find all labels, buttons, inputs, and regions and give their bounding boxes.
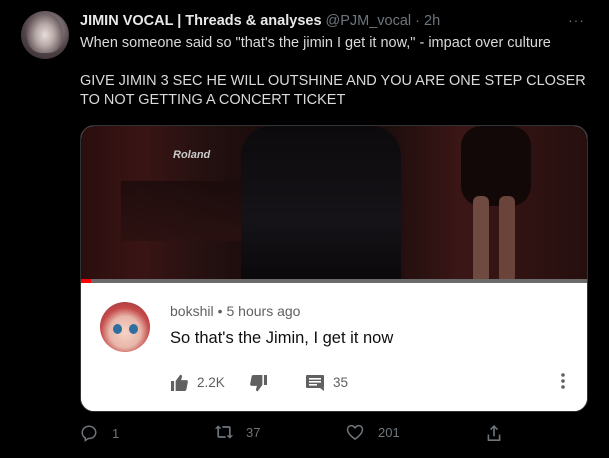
- tweet-text: When someone said so "that's the jimin I…: [80, 34, 590, 110]
- tweet-time[interactable]: 2h: [424, 13, 440, 29]
- comment-text: So that's the Jimin, I get it now: [170, 329, 394, 347]
- like-count: 201: [378, 424, 400, 440]
- user-avatar[interactable]: [21, 11, 69, 59]
- comment-time: 5 hours ago: [226, 303, 301, 319]
- comment-meta: bokshil • 5 hours ago: [170, 303, 300, 319]
- tweet-text-line2: GIVE JIMIN 3 SEC HE WILL OUTSHINE AND YO…: [80, 73, 586, 108]
- tweet-actions: 1 37 201: [80, 424, 600, 444]
- tweet-text-line1: When someone said so "that's the jimin I…: [80, 35, 551, 51]
- reply-button[interactable]: 1: [80, 424, 119, 442]
- dancer-leg: [473, 196, 489, 283]
- commenter-avatar: [100, 302, 150, 352]
- like-icon[interactable]: [346, 424, 364, 440]
- meta-separator: •: [217, 303, 223, 319]
- performer-figure: [241, 126, 401, 283]
- share-icon[interactable]: [486, 424, 502, 442]
- tweet-header: JIMIN VOCAL | Threads & analyses @PJM_vo…: [80, 11, 440, 31]
- keyboard-instrument: [121, 181, 261, 241]
- comment-icon: [306, 375, 324, 391]
- reply-icon[interactable]: [80, 424, 98, 442]
- more-options-icon[interactable]: ···: [568, 12, 585, 28]
- video-frame[interactable]: Roland: [81, 126, 587, 283]
- youtube-comment: bokshil • 5 hours ago So that's the Jimin,…: [81, 283, 587, 411]
- retweet-button[interactable]: 37: [214, 424, 260, 440]
- display-name[interactable]: JIMIN VOCAL | Threads & analyses: [80, 13, 322, 29]
- media-card[interactable]: Roland bokshil • 5 hours ago So that's the…: [80, 125, 588, 412]
- dancer-figure: [461, 126, 531, 206]
- tweet[interactable]: JIMIN VOCAL | Threads & analyses @PJM_vo…: [0, 0, 609, 458]
- instrument-brand-text: Roland: [173, 149, 211, 161]
- kebab-icon: [561, 373, 565, 389]
- comment-actions: 2.2K 35: [170, 374, 570, 392]
- thumbs-up-icon: [170, 374, 189, 391]
- share-button[interactable]: [486, 424, 502, 442]
- dancer-leg: [499, 196, 515, 283]
- reply-count: 1: [112, 425, 120, 441]
- comment-like-count: 2.2K: [197, 375, 225, 390]
- comment-reply-count: 35: [333, 375, 349, 390]
- header-separator: ·: [415, 13, 420, 29]
- user-handle[interactable]: @PJM_vocal: [326, 13, 412, 29]
- thumbs-down-icon: [249, 375, 268, 392]
- retweet-icon[interactable]: [214, 424, 234, 440]
- retweet-count: 37: [246, 424, 261, 440]
- like-button[interactable]: 201: [346, 424, 400, 440]
- commenter-username: bokshil: [170, 303, 214, 319]
